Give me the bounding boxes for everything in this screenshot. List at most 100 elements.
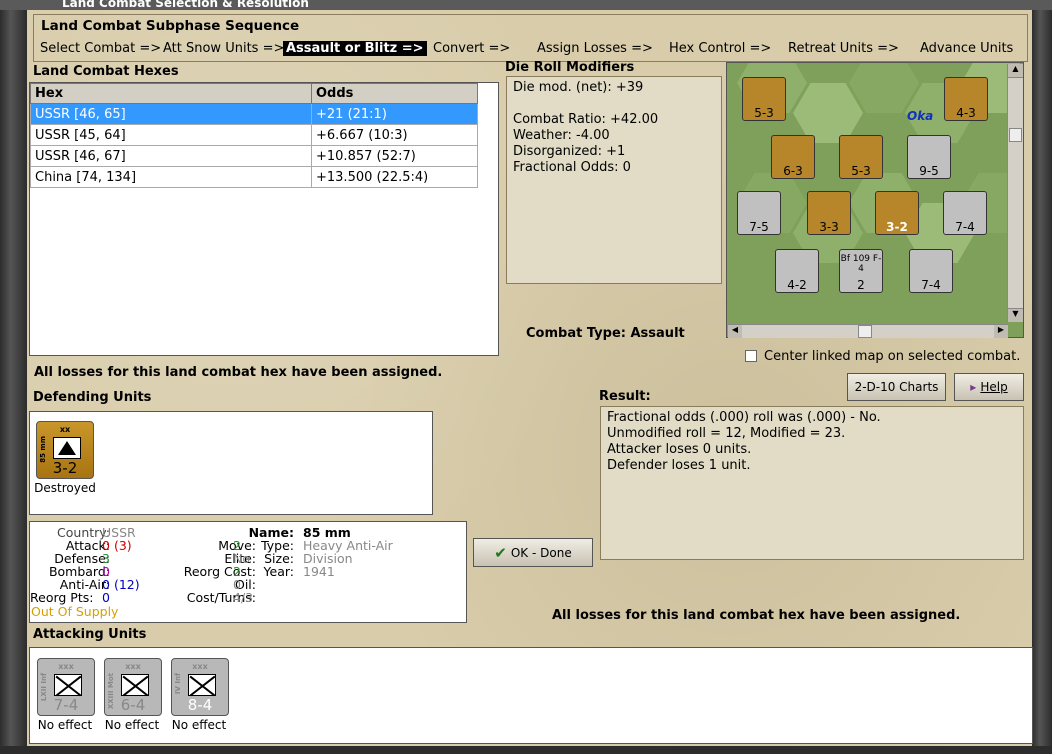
scroll-thumb[interactable] xyxy=(858,325,872,338)
map-unit[interactable]: 7-4 xyxy=(943,191,987,235)
odds-cell: +21 (21:1) xyxy=(311,103,478,125)
map-unit[interactable]: 6-3 xyxy=(771,135,815,179)
scroll-left-icon[interactable]: ◀ xyxy=(728,325,742,338)
map-unit[interactable]: 4-2 xyxy=(775,249,819,293)
seq-hex-control[interactable]: Hex Control => xyxy=(669,41,771,56)
map-vertical-scrollbar[interactable]: ▲ ▼ xyxy=(1007,64,1023,322)
table-row[interactable]: USSR [46, 67] +10.857 (52:7) xyxy=(30,145,478,167)
checkmark-icon: ✔ xyxy=(494,543,507,562)
seq-retreat-units[interactable]: Retreat Units => xyxy=(788,41,899,56)
result-line: Fractional odds (.000) roll was (.000) -… xyxy=(607,410,881,425)
center-map-checkbox[interactable] xyxy=(745,350,757,362)
scroll-up-icon[interactable]: ▲ xyxy=(1008,64,1023,78)
attacking-units-box: xxx LXII Inf 7-4 No effect xxx XXIII Mot… xyxy=(29,647,1033,744)
table-row[interactable]: China [74, 134] +13.500 (22.5:4) xyxy=(30,166,478,188)
column-hex[interactable]: Hex xyxy=(30,83,312,104)
attacker-counter[interactable]: xxx XXIII Mot 6-4 xyxy=(104,658,162,716)
attacker-status: No effect xyxy=(171,718,227,732)
combat-ratio: Combat Ratio: +42.00 xyxy=(513,112,659,127)
seq-assault-or-blitz[interactable]: Assault or Blitz => xyxy=(283,41,427,56)
map-unit[interactable]: 9-5 xyxy=(907,135,951,179)
table-row[interactable]: USSR [46, 65] +21 (21:1) xyxy=(30,103,478,125)
losses-message-bottom: All losses for this land combat hex have… xyxy=(552,608,961,623)
map-river-label: Oka xyxy=(907,109,934,123)
attacker-counter[interactable]: xxx LXII Inf 7-4 xyxy=(37,658,95,716)
defender-status: Destroyed xyxy=(34,481,96,495)
seq-att-snow-units[interactable]: Att Snow Units => xyxy=(163,41,284,56)
map-unit[interactable]: 3-2 xyxy=(875,191,919,235)
map-unit[interactable]: 7-5 xyxy=(737,191,781,235)
motorized-symbol-icon xyxy=(121,674,149,696)
year-label: Year: xyxy=(263,564,294,579)
infantry-symbol-icon xyxy=(54,674,82,696)
die-mod-net: Die mod. (net): +39 xyxy=(513,80,644,95)
help-book-icon: ▸ xyxy=(970,380,977,394)
scroll-right-icon[interactable]: ▶ xyxy=(994,325,1008,338)
odds-cell: +13.500 (22.5:4) xyxy=(311,166,478,188)
bottom-frame xyxy=(0,746,1052,754)
modifiers-label: Die Roll Modifiers xyxy=(505,60,635,75)
sequence-title: Land Combat Subphase Sequence xyxy=(41,18,300,34)
column-odds[interactable]: Odds xyxy=(311,83,478,104)
hex-cell: USSR [45, 64] xyxy=(30,124,312,146)
title-bar: Land Combat Selection & Resolution xyxy=(0,0,1052,10)
result-line: Defender loses 1 unit. xyxy=(607,458,751,473)
result-label: Result: xyxy=(599,389,651,404)
map-unit[interactable]: 4-3 xyxy=(944,77,988,121)
result-panel: Fractional odds (.000) roll was (.000) -… xyxy=(600,406,1024,560)
table-row[interactable]: USSR [45, 64] +6.667 (10:3) xyxy=(30,124,478,146)
hexes-list[interactable]: Hex Odds USSR [46, 65] +21 (21:1) USSR [4… xyxy=(29,82,499,356)
reorg-pts-value: 0 xyxy=(102,590,110,605)
combat-type: Combat Type: Assault xyxy=(526,326,685,341)
defender-counter[interactable]: xx 85 mm 3-2 xyxy=(36,421,94,479)
scroll-thumb[interactable] xyxy=(1009,128,1022,142)
infantry-symbol-icon xyxy=(188,674,216,696)
modifiers-panel: Die mod. (net): +39 Combat Ratio: +42.00… xyxy=(506,76,722,284)
table-header: Hex Odds xyxy=(30,83,478,104)
seq-advance-units[interactable]: Advance Units xyxy=(920,41,1013,56)
combat-type-value: Assault xyxy=(630,326,685,341)
window-title: Land Combat Selection & Resolution xyxy=(62,0,309,10)
antiair-extra: (12) xyxy=(113,577,140,592)
map-unit[interactable]: 5-3 xyxy=(839,135,883,179)
reorg-pts-label: Reorg Pts: xyxy=(30,590,94,605)
seq-select-combat[interactable]: Select Combat => xyxy=(40,41,161,56)
cost-turns-value: 4/3 xyxy=(233,590,254,605)
year-value: 1941 xyxy=(303,564,335,579)
supply-status: Out Of Supply xyxy=(31,604,119,619)
left-frame xyxy=(0,10,27,754)
attack-extra: (3) xyxy=(113,538,132,553)
hex-cell: USSR [46, 67] xyxy=(30,145,312,167)
combat-type-label: Combat Type: xyxy=(526,326,626,341)
map-unit[interactable]: 7-4 xyxy=(909,249,953,293)
hex-cell: China [74, 134] xyxy=(30,166,312,188)
odds-cell: +10.857 (52:7) xyxy=(311,145,478,167)
linked-map[interactable]: 5-3 4-3 6-3 5-3 9-5 7-5 3-3 3-2 7-4 4-2 … xyxy=(726,62,1024,338)
anti-air-symbol-icon xyxy=(53,437,81,459)
right-frame xyxy=(1032,10,1052,754)
ok-done-button[interactable]: ✔ OK - Done xyxy=(473,538,593,567)
result-line: Unmodified roll = 12, Modified = 23. xyxy=(607,426,846,441)
result-line: Attacker loses 0 units. xyxy=(607,442,752,457)
seq-assign-losses[interactable]: Assign Losses => xyxy=(537,41,653,56)
hexes-table: Hex Odds USSR [46, 65] +21 (21:1) USSR [4… xyxy=(30,83,478,188)
attacker-counter[interactable]: xxx IV Inf 8-4 xyxy=(171,658,229,716)
attacker-status: No effect xyxy=(104,718,160,732)
fractional-odds: Fractional Odds: 0 xyxy=(513,160,631,175)
attacker-status: No effect xyxy=(37,718,93,732)
unit-info-panel: Country: Attack: Defense: Bombard: Anti-… xyxy=(29,521,467,623)
map-unit[interactable]: 5-3 xyxy=(742,77,786,121)
charts-button[interactable]: 2-D-10 Charts xyxy=(847,373,946,401)
map-horizontal-scrollbar[interactable]: ◀ ▶ xyxy=(728,324,1008,338)
map-unit[interactable]: Bf 109 F-4 2 xyxy=(839,249,883,293)
map-unit[interactable]: 3-3 xyxy=(807,191,851,235)
defending-label: Defending Units xyxy=(33,390,152,405)
odds-cell: +6.667 (10:3) xyxy=(311,124,478,146)
scroll-down-icon[interactable]: ▼ xyxy=(1008,308,1023,322)
hex-cell: USSR [46, 65] xyxy=(30,103,312,125)
weather-mod: Weather: -4.00 xyxy=(513,128,610,143)
defending-units-box: xx 85 mm 3-2 Destroyed xyxy=(29,411,433,515)
disorganized-mod: Disorganized: +1 xyxy=(513,144,626,159)
help-button[interactable]: ▸ Help xyxy=(954,373,1024,401)
seq-convert[interactable]: Convert => xyxy=(433,41,510,56)
